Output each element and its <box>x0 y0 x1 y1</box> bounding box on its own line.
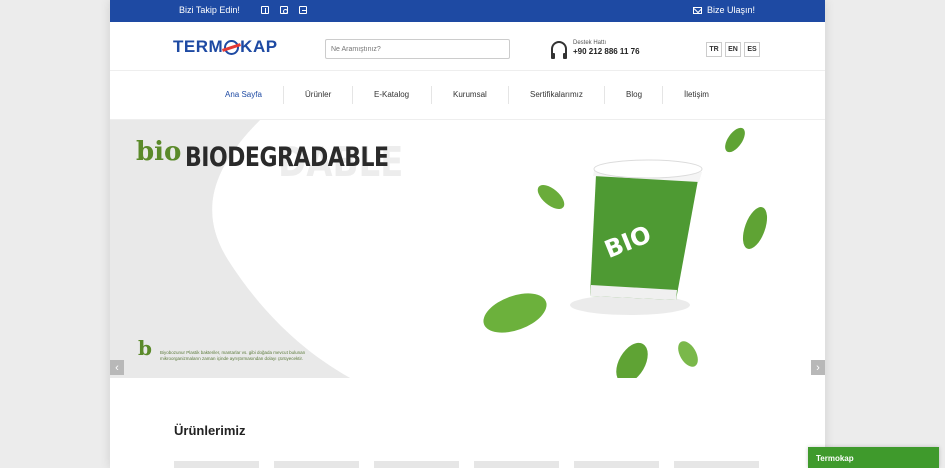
slider-next-button[interactable]: › <box>811 360 825 375</box>
bio-logo: bio <box>136 137 182 167</box>
follow-us: Bizi Takip Edin! <box>179 5 307 15</box>
language-switcher: TR EN ES <box>706 42 763 57</box>
products-heading: Ürünlerimiz <box>174 423 246 438</box>
product-card[interactable] <box>574 461 659 468</box>
contact-link[interactable]: Bize Ulaşın! <box>692 5 755 15</box>
mail-icon <box>692 6 702 14</box>
lang-es[interactable]: ES <box>744 42 760 57</box>
nav-certificates[interactable]: Sertifikalarımız <box>530 90 583 99</box>
nav-contact[interactable]: İletişim <box>684 90 709 99</box>
support-line: Destek Hattı +90 212 886 11 76 <box>551 40 640 59</box>
headset-icon <box>551 41 567 59</box>
nav-divider <box>283 86 284 104</box>
nav-divider <box>604 86 605 104</box>
bio-footer-text: Biyobozunur Plastik bakteriler, mantarla… <box>160 350 306 361</box>
product-card[interactable] <box>174 461 259 468</box>
nav-products[interactable]: Ürünler <box>305 90 331 99</box>
nav-home[interactable]: Ana Sayfa <box>225 90 262 99</box>
hero-title: BIODEGRADABLE <box>185 143 389 173</box>
support-label: Destek Hattı <box>573 40 607 46</box>
slider-prev-button[interactable]: ‹ <box>110 360 124 375</box>
bio-footer-logo: b <box>138 336 152 360</box>
product-card[interactable] <box>474 461 559 468</box>
support-phone[interactable]: +90 212 886 11 76 <box>573 47 640 56</box>
follow-label: Bizi Takip Edin! <box>179 5 240 15</box>
nav-divider <box>431 86 432 104</box>
instagram-icon[interactable] <box>279 6 288 14</box>
nav-ecatalog[interactable]: E-Katalog <box>374 90 409 99</box>
search-input[interactable] <box>325 39 510 59</box>
twitter-icon[interactable] <box>298 6 307 14</box>
logo[interactable]: TERM KAP <box>173 37 278 57</box>
logo-text-left: TERM <box>173 37 224 56</box>
lang-tr[interactable]: TR <box>706 42 722 57</box>
nav-blog[interactable]: Blog <box>626 90 642 99</box>
top-bar: Bizi Takip Edin! Bize Ulaşın! <box>110 0 825 22</box>
contact-label: Bize Ulaşın! <box>706 5 755 15</box>
product-card[interactable] <box>274 461 359 468</box>
nav-divider <box>352 86 353 104</box>
logo-o-icon <box>224 39 240 55</box>
page-container: Bizi Takip Edin! Bize Ulaşın! TERM KAP D… <box>110 0 825 468</box>
product-card[interactable] <box>674 461 759 468</box>
logo-text-right: KAP <box>240 37 278 56</box>
header: TERM KAP Destek Hattı +90 212 886 11 76 … <box>110 22 825 71</box>
facebook-icon[interactable] <box>260 6 269 14</box>
chat-widget[interactable]: Termokap <box>808 447 939 468</box>
lang-en[interactable]: EN <box>725 42 741 57</box>
nav-corporate[interactable]: Kurumsal <box>453 90 487 99</box>
hero-slider: DABLE bio BIODEGRADABLE BIO b Biyobozunu… <box>110 120 825 378</box>
product-card[interactable] <box>374 461 459 468</box>
nav-divider <box>508 86 509 104</box>
main-nav: Ana Sayfa Ürünler E-Katalog Kurumsal Ser… <box>110 71 825 120</box>
nav-divider <box>662 86 663 104</box>
